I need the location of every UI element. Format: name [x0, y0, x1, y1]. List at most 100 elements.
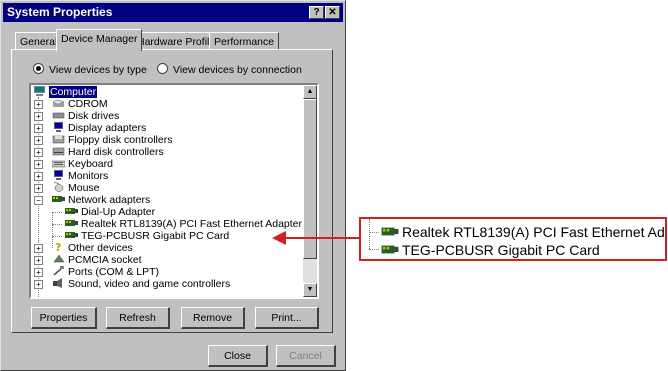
display-icon: [54, 122, 63, 132]
radio-selected-indicator: [33, 63, 44, 74]
scroll-up-button[interactable]: ▲: [303, 85, 317, 99]
tree-item-label: Ports (COM & LPT): [68, 266, 160, 278]
tree-item-label: PCMCIA socket: [68, 254, 142, 266]
tree-item-other-devices[interactable]: +? Other devices: [34, 242, 133, 254]
properties-button[interactable]: Properties: [31, 307, 97, 329]
tree-line: [52, 236, 62, 237]
network-child-realtek[interactable]: Realtek RTL8139(A) PCI Fast Ethernet Ada…: [65, 218, 302, 230]
network-child-label: Dial-Up Adapter: [81, 206, 156, 218]
expand-icon[interactable]: +: [34, 100, 43, 109]
radio-label-by-type: View devices by type: [49, 64, 147, 76]
network-icon: [65, 220, 78, 226]
monitor-icon: [54, 170, 63, 180]
network-icon: [65, 232, 78, 238]
cancel-button: Cancel: [276, 345, 336, 367]
expand-icon[interactable]: +: [34, 160, 43, 169]
help-button[interactable]: ?: [309, 6, 324, 19]
print-button[interactable]: Print...: [255, 307, 319, 329]
tree-item-mouse[interactable]: + Mouse: [34, 182, 100, 194]
tree-item-label: Sound, video and game controllers: [68, 278, 231, 290]
tree-line: [369, 249, 379, 250]
tree-item-label: Hard disk controllers: [68, 146, 164, 158]
callout-teg-row: TEG-PCBUSR Gigabit PC Card: [381, 241, 600, 259]
tree-item-label: Mouse: [68, 182, 100, 194]
question-icon: ?: [55, 242, 61, 252]
callout-line1: Realtek RTL8139(A) PCI Fast Ethernet Ada…: [402, 224, 665, 240]
radio-view-by-connection[interactable]: View devices by connection: [157, 63, 302, 76]
scroll-down-button[interactable]: ▼: [303, 283, 317, 297]
expand-icon[interactable]: +: [34, 256, 43, 265]
tree-item-label: Display adapters: [68, 122, 147, 134]
tree-line: [52, 212, 62, 213]
cdrom-icon: [53, 99, 64, 107]
expand-icon[interactable]: +: [34, 184, 43, 193]
tree-item-label: Keyboard: [68, 158, 113, 170]
network-icon: [381, 245, 399, 254]
mouse-icon: [53, 182, 64, 192]
tree-item-pcmcia-socket[interactable]: + PCMCIA socket: [34, 254, 142, 266]
pcmcia-icon: [53, 254, 65, 263]
collapse-icon[interactable]: −: [34, 196, 43, 205]
hdd-icon: [52, 147, 65, 156]
network-icon: [381, 227, 399, 236]
tree-item-label: Monitors: [68, 170, 109, 182]
tree-root-label: Computer: [49, 86, 98, 98]
network-child-label: TEG-PCBUSR Gigabit PC Card: [81, 230, 230, 242]
expand-icon[interactable]: +: [34, 112, 43, 121]
tree-line: [369, 232, 379, 233]
tree-root-computer[interactable]: Computer: [33, 86, 98, 98]
window-title: System Properties: [7, 5, 113, 19]
expand-icon[interactable]: +: [34, 148, 43, 157]
disk-icon: [52, 112, 65, 119]
radio-label-by-connection: View devices by connection: [173, 64, 302, 76]
tree-item-hard-disk-controllers[interactable]: + Hard disk controllers: [34, 146, 164, 158]
expand-icon[interactable]: +: [34, 136, 43, 145]
network-child-dialup[interactable]: Dial-Up Adapter: [65, 206, 155, 218]
tree-item-display-adapters[interactable]: + Display adapters: [34, 122, 146, 134]
port-icon: [53, 266, 64, 276]
callout-line2: TEG-PCBUSR Gigabit PC Card: [402, 242, 600, 258]
expand-icon[interactable]: +: [34, 244, 43, 253]
tree-item-network-adapters[interactable]: − Network adapters: [34, 194, 150, 206]
device-tree[interactable]: Computer + CDROM + Disk drives + Display ad…: [29, 83, 319, 299]
svg-text:?: ?: [55, 242, 61, 252]
tree-line: [52, 224, 62, 225]
expand-icon[interactable]: +: [34, 172, 43, 181]
callout-arrow-icon: [272, 231, 360, 245]
sound-icon: [53, 278, 62, 288]
tree-item-label: Disk drives: [68, 110, 120, 122]
remove-button[interactable]: Remove: [181, 307, 245, 329]
network-child-label: Realtek RTL8139(A) PCI Fast Ethernet Ada…: [81, 218, 303, 230]
expand-icon[interactable]: +: [34, 280, 43, 289]
tree-item-monitors[interactable]: + Monitors: [34, 170, 108, 182]
expand-icon[interactable]: +: [34, 124, 43, 133]
tab-device-manager[interactable]: Device Manager: [56, 29, 143, 51]
tree-item-keyboard[interactable]: + Keyboard: [34, 158, 113, 170]
tree-item-sound[interactable]: + Sound, video and game controllers: [34, 278, 230, 290]
network-child-teg[interactable]: TEG-PCBUSR Gigabit PC Card: [65, 230, 229, 242]
tree-scrollbar[interactable]: ▲ ▼: [303, 85, 317, 297]
tree-item-ports[interactable]: + Ports (COM & LPT): [34, 266, 159, 278]
tree-item-label: CDROM: [68, 98, 108, 110]
network-icon: [52, 196, 65, 202]
network-icon: [65, 208, 78, 214]
tree-item-label: Floppy disk controllers: [68, 134, 173, 146]
zoom-callout: Realtek RTL8139(A) PCI Fast Ethernet Ada…: [359, 217, 667, 261]
expand-icon[interactable]: +: [34, 268, 43, 277]
tree-line: [369, 219, 370, 249]
tree-item-cdrom[interactable]: + CDROM: [34, 98, 108, 110]
tree-item-floppy-controllers[interactable]: + Floppy disk controllers: [34, 134, 172, 146]
tree-item-label: Other devices: [68, 242, 133, 254]
tree-item-disk-drives[interactable]: + Disk drives: [34, 110, 119, 122]
radio-unselected-indicator: [157, 63, 168, 74]
keyboard-icon: [52, 160, 65, 168]
callout-realtek-row: Realtek RTL8139(A) PCI Fast Ethernet Ada…: [381, 223, 665, 241]
close-button[interactable]: Close: [208, 345, 268, 367]
system-properties-window: System Properties ? ✕ General Device Man…: [0, 0, 346, 371]
floppy-icon: [52, 135, 65, 144]
close-window-button[interactable]: ✕: [325, 6, 340, 19]
refresh-button[interactable]: Refresh: [106, 307, 170, 329]
title-bar: System Properties ? ✕: [3, 3, 343, 22]
tab-performance[interactable]: Performance: [209, 32, 280, 50]
radio-view-by-type[interactable]: View devices by type: [33, 63, 147, 76]
